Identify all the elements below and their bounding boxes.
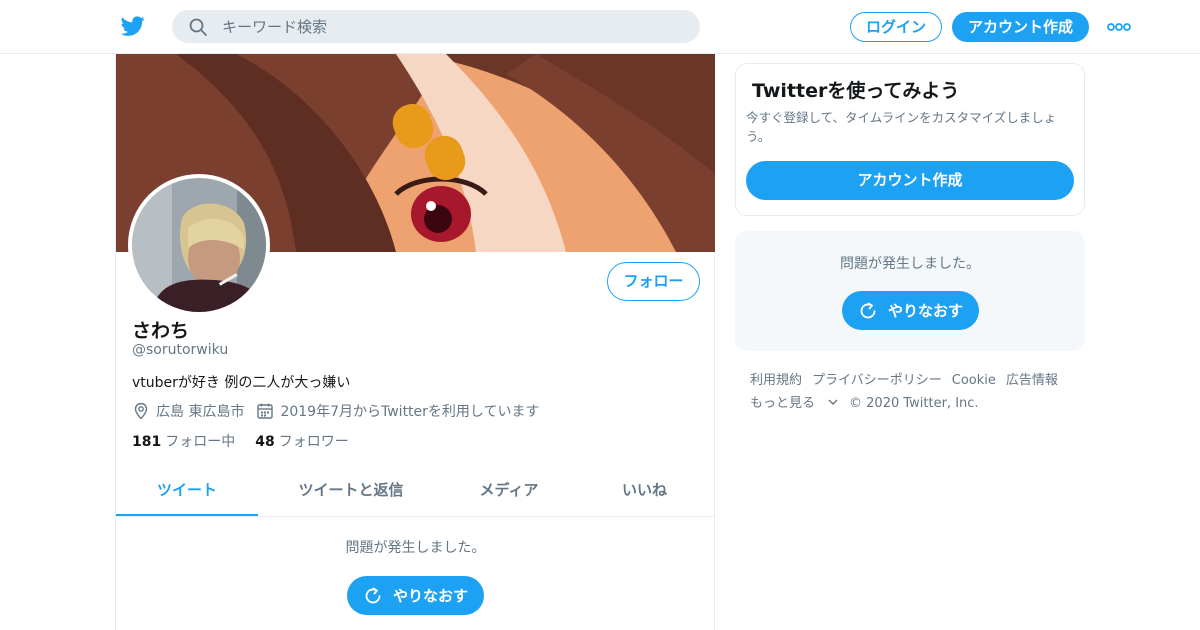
tab-likes[interactable]: いいね xyxy=(574,466,715,516)
footer-link-ads[interactable]: 広告情報 xyxy=(1006,373,1058,388)
profile-meta: 広島 東広島市 2019年7月からTwitterを利用しています xyxy=(132,401,540,421)
tab-media[interactable]: メディア xyxy=(444,466,574,516)
refresh-icon xyxy=(365,587,381,603)
followers-count: 48 xyxy=(255,434,275,450)
footer-more-link[interactable]: もっと見る xyxy=(750,396,839,411)
profile-stats: 181 フォロー中 48 フォロワー xyxy=(132,431,369,451)
twitter-bird-icon[interactable] xyxy=(120,14,146,38)
profile-name: さわち xyxy=(132,320,190,342)
refresh-icon xyxy=(860,302,876,318)
footer-copyright: © 2020 Twitter, Inc. xyxy=(849,396,979,411)
promo-signup-button[interactable]: アカウント作成 xyxy=(746,161,1074,200)
profile-column: フォロー さわち @sorutorwiku vtuberが好き 例の二人が大っ嫌… xyxy=(115,54,715,630)
tab-tweets-and-replies[interactable]: ツイートと返信 xyxy=(258,466,444,516)
sidebar-retry-label: やりなおす xyxy=(887,302,963,320)
chevron-down-icon xyxy=(828,399,838,405)
search-bar[interactable] xyxy=(172,10,700,43)
footer-link-terms[interactable]: 利用規約 xyxy=(750,373,802,388)
signup-button[interactable]: アカウント作成 xyxy=(952,12,1089,42)
following-label: フォロー中 xyxy=(165,434,236,450)
followers-label: フォロワー xyxy=(278,434,349,450)
sidebar-retry-button[interactable]: やりなおす xyxy=(842,291,979,330)
login-button[interactable]: ログイン xyxy=(850,12,942,42)
profile-avatar[interactable] xyxy=(128,174,270,316)
signup-promo-card: Twitterを使ってみよう 今すぐ登録して、タイムラインをカスタマイズしましょ… xyxy=(735,63,1085,216)
timeline-retry-button[interactable]: やりなおす xyxy=(347,576,484,615)
promo-card-title: Twitterを使ってみよう xyxy=(752,80,960,102)
profile-location: 広島 東広島市 xyxy=(156,404,245,420)
timeline-error-text: 問題が発生しました。 xyxy=(345,540,486,556)
tab-tweets[interactable]: ツイート xyxy=(116,466,258,516)
following-stat[interactable]: 181 フォロー中 xyxy=(132,431,235,451)
footer-links: 利用規約 プライバシーポリシー Cookie 広告情報 もっと見る © 2020 Twi… xyxy=(750,369,1080,415)
top-navigation-bar: ログイン アカウント作成 xyxy=(0,0,1200,54)
profile-handle[interactable]: @sorutorwiku xyxy=(132,342,228,358)
sidebar-error-box: 問題が発生しました。 やりなおす xyxy=(735,231,1085,351)
footer-more-label: もっと見る xyxy=(750,396,816,411)
more-options-icon[interactable] xyxy=(1106,18,1132,36)
calendar-icon xyxy=(257,403,274,419)
footer-link-cookie[interactable]: Cookie xyxy=(952,373,996,388)
sidebar-error-text: 問題が発生しました。 xyxy=(840,256,980,272)
timeline-retry-label: やりなおす xyxy=(392,587,468,605)
following-count: 181 xyxy=(132,434,162,450)
profile-tabs: ツイート ツイートと返信 メディア いいね xyxy=(116,466,715,517)
profile-joined-date: 2019年7月からTwitterを利用しています xyxy=(280,404,540,420)
search-input[interactable] xyxy=(222,10,682,43)
promo-card-text: 今すぐ登録して、タイムラインをカスタマイズしましょう。 xyxy=(746,110,1057,144)
follow-button[interactable]: フォロー xyxy=(607,262,700,301)
location-pin-icon xyxy=(134,402,148,420)
footer-link-privacy[interactable]: プライバシーポリシー xyxy=(812,373,942,388)
profile-bio: vtuberが好き 例の二人が大っ嫌い xyxy=(132,375,351,391)
followers-stat[interactable]: 48 フォロワー xyxy=(255,431,348,451)
search-icon xyxy=(189,18,207,36)
